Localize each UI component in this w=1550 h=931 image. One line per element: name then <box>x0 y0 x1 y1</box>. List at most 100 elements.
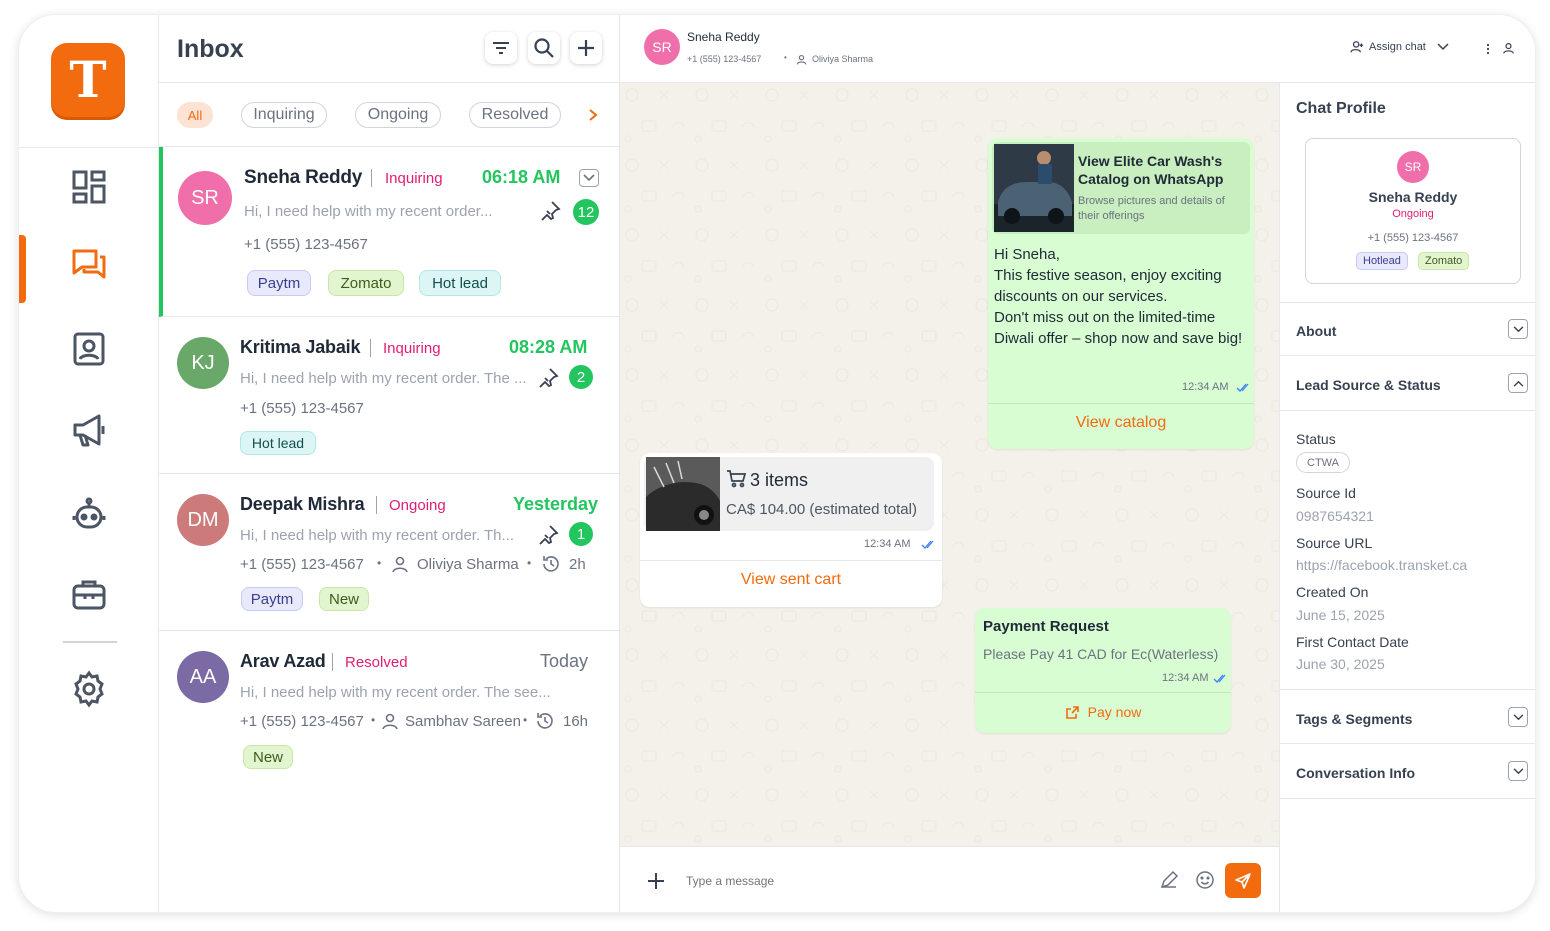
conversation-item[interactable]: AA Arav Azad Resolved Today Hi, I need h… <box>159 631 619 789</box>
source-url-value[interactable]: https://facebook.transket.ca <box>1296 557 1467 573</box>
expand-button[interactable] <box>1508 707 1528 727</box>
chevron-right-icon[interactable] <box>587 108 599 122</box>
tag: Paytm <box>241 587 303 611</box>
section-tags-segments[interactable]: Tags & Segments <box>1280 689 1535 744</box>
dashboard-nav[interactable] <box>19 157 159 217</box>
created-on-value: June 15, 2025 <box>1296 607 1385 623</box>
message-time: 12:34 AM <box>1182 381 1229 393</box>
app-logo[interactable]: T <box>51 43 125 117</box>
divider <box>988 403 1254 404</box>
elapsed-time: 2h <box>569 556 586 573</box>
contact-phone: +1 (555) 123-4567 <box>687 54 762 64</box>
catalog-subtitle: Browse pictures and details of their off… <box>1078 195 1225 222</box>
view-catalog-button[interactable]: View catalog <box>988 414 1254 432</box>
timestamp: 06:18 AM <box>482 167 561 187</box>
more-options-icon[interactable] <box>1486 43 1490 55</box>
settings-icon <box>74 670 104 708</box>
tab-all[interactable]: All <box>177 102 213 128</box>
car-wash-image <box>994 144 1074 232</box>
pin-icon[interactable] <box>537 367 559 389</box>
tab-resolved[interactable]: Resolved <box>469 102 561 128</box>
conversation-item[interactable]: SR Sneha Reddy Inquiring 06:18 AM Hi, I … <box>159 147 619 317</box>
message-input[interactable] <box>686 867 1136 895</box>
contacts-nav[interactable] <box>19 319 159 379</box>
message-time: 12:34 AM <box>1162 672 1209 684</box>
divider <box>975 692 1231 693</box>
expand-button[interactable] <box>1508 319 1528 339</box>
unread-badge: 1 <box>569 522 593 546</box>
tab-inquiring[interactable]: Inquiring <box>241 102 327 128</box>
separator-dot: • <box>377 556 382 570</box>
pen-icon[interactable] <box>1159 870 1179 890</box>
cart-total: CA$ 104.00 (estimated total) <box>726 501 917 518</box>
tag: New <box>319 587 369 611</box>
contact-name: Sneha Reddy <box>687 30 760 44</box>
settings-nav[interactable] <box>19 659 159 719</box>
divider <box>63 641 117 643</box>
bots-nav[interactable] <box>19 485 159 545</box>
emoji-icon[interactable] <box>1195 870 1215 890</box>
last-message: Hi, I need help with my recent order... <box>244 203 493 220</box>
profile-card: SR Sneha Reddy Ongoing +1 (555) 123-4567… <box>1305 138 1521 284</box>
expand-button[interactable] <box>1508 761 1528 781</box>
send-button[interactable] <box>1225 863 1261 898</box>
status-label: Ongoing <box>389 497 446 514</box>
inbox-header: Inbox <box>159 15 619 83</box>
pin-icon[interactable] <box>537 524 559 546</box>
avatar: AA <box>177 651 229 703</box>
pin-icon[interactable] <box>539 200 561 222</box>
user-icon <box>382 713 398 730</box>
field-label: Status <box>1296 431 1336 447</box>
inbox-title: Inbox <box>177 35 244 63</box>
filter-button[interactable] <box>485 32 517 64</box>
status-badge: CTWA <box>1296 452 1350 473</box>
view-sent-cart-button[interactable]: View sent cart <box>640 571 942 589</box>
last-message: Hi, I need help with my recent order. Th… <box>240 370 527 387</box>
payment-message: Payment Request Please Pay 41 CAD for Ec… <box>975 608 1231 733</box>
nav-rail: T <box>19 15 159 912</box>
catalog-nav[interactable] <box>19 565 159 625</box>
expand-button[interactable] <box>579 169 599 187</box>
separator-dot: • <box>371 713 376 727</box>
collapse-button[interactable] <box>1508 373 1528 393</box>
phone-number: +1 (555) 123-4567 <box>240 400 364 417</box>
megaphone-icon <box>73 414 105 447</box>
read-receipt-icon <box>1236 383 1249 392</box>
catalog-title: View Elite Car Wash's Catalog on WhatsAp… <box>1078 153 1224 187</box>
conversation-item[interactable]: DM Deepak Mishra Ongoing Yesterday Hi, I… <box>159 474 619 631</box>
pay-now-button[interactable]: Pay now <box>975 704 1231 720</box>
chat-nav[interactable] <box>19 235 159 303</box>
last-message: Hi, I need help with my recent order. Th… <box>240 527 515 544</box>
user-plus-icon <box>1350 41 1364 53</box>
phone-number: +1 (555) 123-4567 <box>240 713 364 730</box>
section-about[interactable]: About <box>1280 302 1535 356</box>
campaigns-nav[interactable] <box>19 400 159 460</box>
plus-icon[interactable] <box>646 871 666 891</box>
section-title: Lead Source & Status <box>1296 377 1441 393</box>
car-image <box>646 457 720 531</box>
contact-name: Arav Azad <box>240 651 326 671</box>
divider <box>640 560 942 561</box>
read-receipt-icon <box>921 540 934 549</box>
agent-name: Oliviya Sharma <box>417 556 519 573</box>
tab-ongoing[interactable]: Ongoing <box>355 102 441 128</box>
assign-chat-button[interactable]: Assign chat <box>1350 40 1449 54</box>
chevron-down-icon <box>1513 325 1523 332</box>
conversation-item[interactable]: KJ Kritima Jabaik Inquiring 08:28 AM Hi,… <box>159 317 619 474</box>
timestamp: Yesterday <box>513 494 599 514</box>
chevron-down-icon <box>1437 43 1449 51</box>
catalog-card[interactable]: View Elite Car Wash's Catalog on WhatsAp… <box>992 142 1250 234</box>
search-button[interactable] <box>528 32 560 64</box>
section-lead-source[interactable]: Lead Source & Status <box>1280 356 1535 411</box>
field-label: Created On <box>1296 584 1369 600</box>
user-icon <box>392 556 408 573</box>
section-conversation-info[interactable]: Conversation Info <box>1280 744 1535 799</box>
profile-toggle-icon[interactable] <box>1502 42 1515 55</box>
section-title: About <box>1296 323 1337 339</box>
external-link-icon <box>1065 705 1079 719</box>
new-chat-button[interactable] <box>570 32 602 64</box>
unread-badge: 2 <box>569 365 593 389</box>
cart-card[interactable]: 3 items CA$ 104.00 (estimated total) <box>644 457 934 531</box>
timestamp: Today <box>540 651 589 671</box>
profile-name: Sneha Reddy <box>1368 189 1458 205</box>
